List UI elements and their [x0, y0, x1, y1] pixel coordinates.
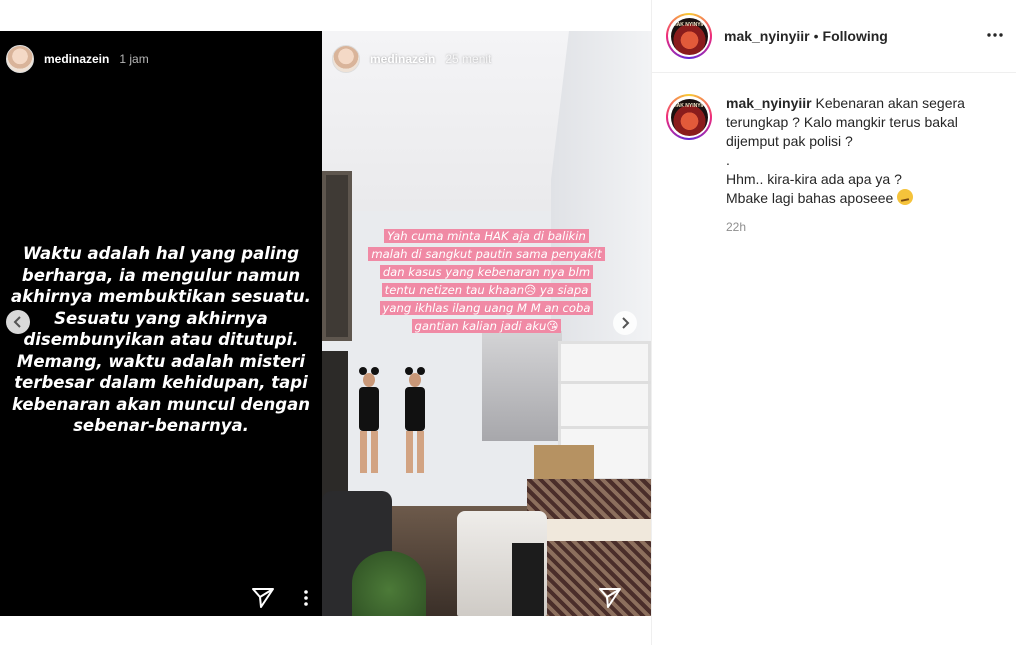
- author-username-link[interactable]: mak_nyinyiir: [724, 28, 810, 44]
- options-button[interactable]: [987, 24, 1003, 42]
- avatar-logo-text: MAK NYINYIR: [672, 21, 706, 28]
- caption-line: dan kasus yang kebenaran nya blm: [379, 265, 594, 279]
- post-timestamp[interactable]: 22h: [726, 218, 988, 237]
- story-avatar: [332, 45, 360, 73]
- story-header: medinazein 1 jam: [6, 45, 149, 73]
- thinking-face-icon: [897, 189, 914, 205]
- story-footer: [252, 588, 308, 608]
- story-avatar: [6, 45, 34, 73]
- avatar: MAK NYINYIR: [670, 17, 708, 55]
- story-username: medinazein: [370, 52, 436, 66]
- caption-line: yang ikhlas ilang uang M M an coba: [379, 301, 594, 315]
- caption-line: tentu netizen tau khaan😥 ya siapa: [381, 283, 592, 297]
- story-header: medinazein 25 menit: [332, 45, 491, 73]
- avatar: MAK NYINYIR: [670, 98, 708, 136]
- story-screenshot-left: medinazein 1 jam Waktu adalah hal yang p…: [0, 31, 322, 616]
- next-slide-button[interactable]: [613, 311, 637, 335]
- post-dialog: medinazein 1 jam Waktu adalah hal yang p…: [0, 0, 1016, 645]
- author-avatar[interactable]: MAK NYINYIR: [666, 13, 712, 59]
- story-time: 25 menit: [445, 52, 492, 66]
- chevron-left-icon: [13, 316, 23, 328]
- separator-dot: •: [813, 28, 819, 44]
- caption-text: Kebenaran akan segera terungkap ? Kalo m…: [726, 95, 965, 206]
- send-icon: [252, 588, 274, 608]
- caption-comment: MAK NYINYIR mak_nyinyiir Kebenaran akan …: [666, 94, 1006, 237]
- story-username: medinazein: [44, 52, 110, 66]
- dancing-figure: [402, 367, 428, 473]
- more-icon: [304, 590, 308, 606]
- avatar-logo-text: MAK NYINYIR: [672, 102, 706, 109]
- following-button[interactable]: Following: [823, 28, 888, 44]
- story-text: Waktu adalah hal yang paling berharga, i…: [11, 244, 311, 435]
- post-media[interactable]: medinazein 1 jam Waktu adalah hal yang p…: [0, 31, 651, 616]
- dancing-figure: [356, 367, 382, 473]
- story-caption: Yah cuma minta HAK aja di balikin malah …: [322, 227, 651, 335]
- post-sidebar: MAK NYINYIR mak_nyinyiir • Following MAK…: [651, 0, 1016, 645]
- post-header: MAK NYINYIR mak_nyinyiir • Following: [652, 0, 1016, 73]
- comment-body: mak_nyinyiir Kebenaran akan segera terun…: [726, 94, 988, 237]
- author-avatar[interactable]: MAK NYINYIR: [666, 94, 712, 140]
- caption-line: Yah cuma minta HAK aja di balikin: [384, 229, 589, 243]
- send-icon: [599, 588, 621, 608]
- comment-username-link[interactable]: mak_nyinyiir: [726, 95, 812, 111]
- options-icon: [987, 24, 1003, 41]
- chevron-right-icon: [620, 317, 630, 329]
- story-footer: [599, 588, 621, 608]
- previous-slide-button[interactable]: [6, 310, 30, 334]
- caption-line: gantian kalian jadi aku😘: [411, 319, 562, 333]
- caption-line: malah di sangkut pautin sama penyakit: [368, 247, 605, 261]
- story-time: 1 jam: [119, 52, 149, 66]
- story-screenshot-right: medinazein 25 menit Yah cuma minta HAK a…: [322, 31, 651, 616]
